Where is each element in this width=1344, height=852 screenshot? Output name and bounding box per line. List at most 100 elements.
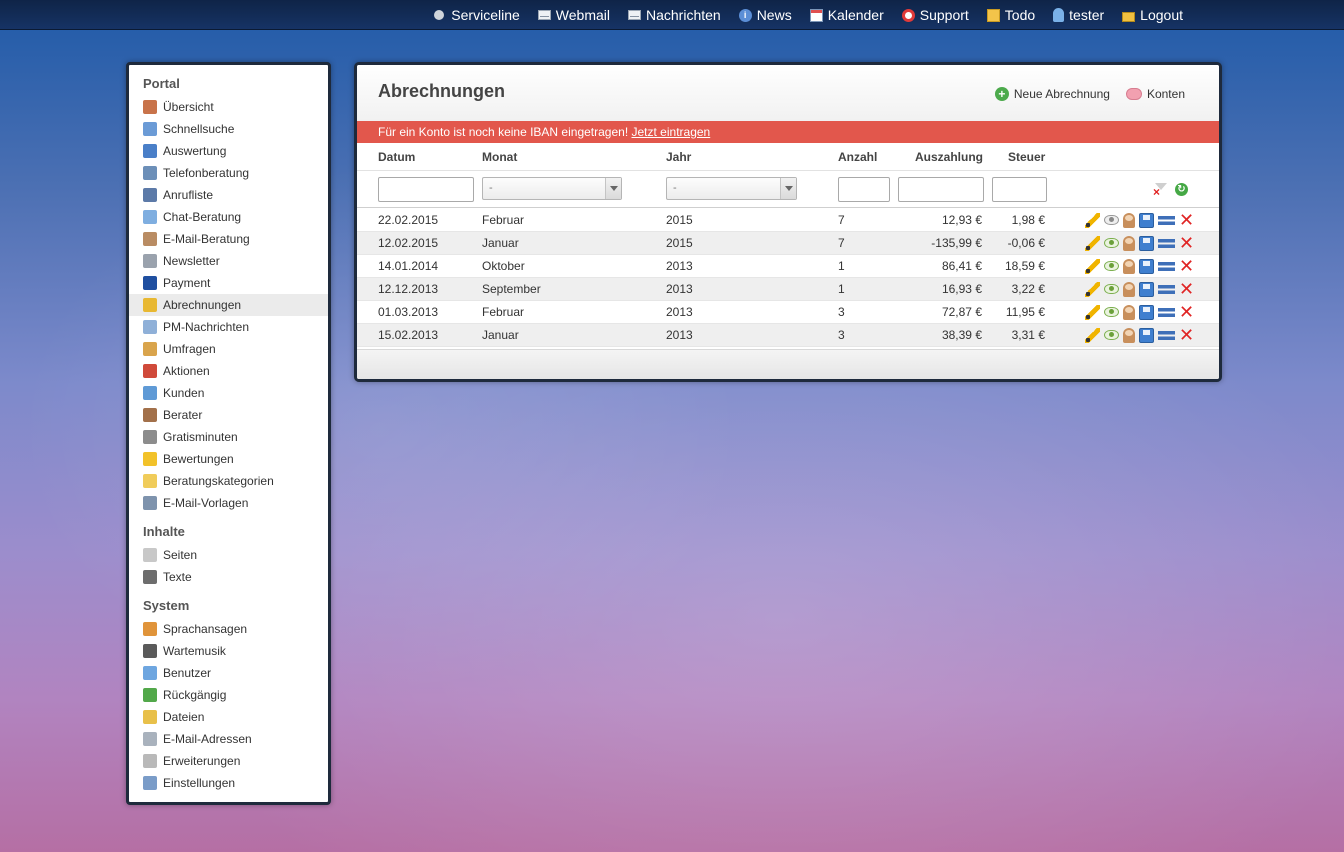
sidebar-item-label: Umfragen xyxy=(163,342,216,356)
sidebar-item[interactable]: Auswertung xyxy=(129,140,328,162)
sidebar-item[interactable]: Chat-Beratung xyxy=(129,206,328,228)
save-icon[interactable] xyxy=(1139,235,1154,251)
sidebar-item[interactable]: Einstellungen xyxy=(129,772,328,794)
topnav-serviceline[interactable]: Serviceline xyxy=(434,7,520,23)
sidebar-item-icon xyxy=(143,496,157,510)
sidebar-item-icon xyxy=(143,386,157,400)
details-icon[interactable] xyxy=(1158,307,1175,317)
edit-icon[interactable] xyxy=(1085,281,1100,297)
sidebar-item[interactable]: Schnellsuche xyxy=(129,118,328,140)
save-icon[interactable] xyxy=(1139,212,1154,228)
edit-icon[interactable] xyxy=(1085,258,1100,274)
delete-icon[interactable]: ✕ xyxy=(1179,303,1194,321)
sidebar-item[interactable]: Aktionen xyxy=(129,360,328,382)
edit-icon[interactable] xyxy=(1085,327,1100,343)
status-dot-icon xyxy=(434,10,445,20)
sidebar-item[interactable]: Dateien xyxy=(129,706,328,728)
edit-icon[interactable] xyxy=(1085,212,1100,228)
save-icon[interactable] xyxy=(1139,327,1154,343)
save-icon[interactable] xyxy=(1139,281,1154,297)
reload-icon[interactable]: ↻ xyxy=(1175,183,1188,196)
new-billing-button[interactable]: + Neue Abrechnung xyxy=(994,87,1110,101)
sidebar-item[interactable]: Telefonberatung xyxy=(129,162,328,184)
alert-link[interactable]: Jetzt eintragen xyxy=(632,125,711,139)
cell-auszahlung: 12,93 € xyxy=(941,213,982,227)
delete-icon[interactable]: ✕ xyxy=(1179,280,1194,298)
filter-datum-input[interactable] xyxy=(378,177,474,202)
sidebar-item[interactable]: Abrechnungen xyxy=(129,294,328,316)
sidebar-item[interactable]: Übersicht xyxy=(129,96,328,118)
sidebar-item[interactable]: Bewertungen xyxy=(129,448,328,470)
topnav-webmail[interactable]: Webmail xyxy=(537,7,610,23)
sidebar-item[interactable]: Sprachansagen xyxy=(129,618,328,640)
column-header-datum[interactable]: Datum xyxy=(378,150,415,164)
column-header-monat[interactable]: Monat xyxy=(482,150,517,164)
details-icon[interactable] xyxy=(1158,284,1175,294)
topnav-user[interactable]: tester xyxy=(1053,7,1104,23)
delete-icon[interactable]: ✕ xyxy=(1179,257,1194,275)
topnav-news[interactable]: i News xyxy=(738,7,792,23)
sidebar-item[interactable]: Erweiterungen xyxy=(129,750,328,772)
sidebar-item-label: Wartemusik xyxy=(163,644,226,658)
sidebar-item[interactable]: Gratisminuten xyxy=(129,426,328,448)
sidebar-item[interactable]: E-Mail-Vorlagen xyxy=(129,492,328,514)
sidebar-item[interactable]: Umfragen xyxy=(129,338,328,360)
consultant-icon[interactable] xyxy=(1123,212,1135,228)
cell-datum: 15.02.2013 xyxy=(378,328,439,342)
save-icon[interactable] xyxy=(1139,304,1154,320)
filter-auszahlung-input[interactable] xyxy=(898,177,984,202)
details-icon[interactable] xyxy=(1158,330,1175,340)
sidebar-item[interactable]: E-Mail-Adressen xyxy=(129,728,328,750)
column-header-jahr[interactable]: Jahr xyxy=(666,150,691,164)
consultant-icon[interactable] xyxy=(1123,304,1135,320)
sidebar-item[interactable]: Newsletter xyxy=(129,250,328,272)
view-icon[interactable] xyxy=(1104,284,1119,294)
sidebar-item[interactable]: Kunden xyxy=(129,382,328,404)
sidebar-item[interactable]: Wartemusik xyxy=(129,640,328,662)
cell-jahr: 2015 xyxy=(666,213,693,227)
details-icon[interactable] xyxy=(1158,238,1175,248)
column-header-auszahlung[interactable]: Auszahlung xyxy=(915,150,983,164)
filter-monat-select[interactable]: - xyxy=(482,177,622,200)
topnav-todo[interactable]: Todo xyxy=(986,7,1035,23)
sidebar-item[interactable]: Texte xyxy=(129,566,328,588)
sidebar-item[interactable]: Payment xyxy=(129,272,328,294)
sidebar-item[interactable]: Rückgängig xyxy=(129,684,328,706)
topnav-nachrichten[interactable]: Nachrichten xyxy=(627,7,721,23)
view-icon[interactable] xyxy=(1104,215,1119,225)
column-header-anzahl[interactable]: Anzahl xyxy=(838,150,877,164)
save-icon[interactable] xyxy=(1139,258,1154,274)
consultant-icon[interactable] xyxy=(1123,327,1135,343)
sidebar-item[interactable]: Berater xyxy=(129,404,328,426)
topnav-kalender[interactable]: Kalender xyxy=(809,7,884,23)
filter-anzahl-input[interactable] xyxy=(838,177,890,202)
consultant-icon[interactable] xyxy=(1123,258,1135,274)
delete-icon[interactable]: ✕ xyxy=(1179,211,1194,229)
delete-icon[interactable]: ✕ xyxy=(1179,234,1194,252)
sidebar-item[interactable]: Beratungskategorien xyxy=(129,470,328,492)
sidebar-item[interactable]: Anrufliste xyxy=(129,184,328,206)
details-icon[interactable] xyxy=(1158,215,1175,225)
edit-icon[interactable] xyxy=(1085,304,1100,320)
view-icon[interactable] xyxy=(1104,307,1119,317)
sidebar-item[interactable]: E-Mail-Beratung xyxy=(129,228,328,250)
filter-steuer-input[interactable] xyxy=(992,177,1047,202)
edit-icon[interactable] xyxy=(1085,235,1100,251)
consultant-icon[interactable] xyxy=(1123,281,1135,297)
view-icon[interactable] xyxy=(1104,261,1119,271)
accounts-button[interactable]: Konten xyxy=(1125,87,1185,101)
cell-steuer: 3,22 € xyxy=(1011,282,1045,296)
sidebar-item[interactable]: PM-Nachrichten xyxy=(129,316,328,338)
delete-icon[interactable]: ✕ xyxy=(1179,326,1194,344)
details-icon[interactable] xyxy=(1158,261,1175,271)
filter-jahr-select[interactable]: - xyxy=(666,177,797,200)
topnav-logout[interactable]: Logout xyxy=(1122,7,1183,23)
topnav-support[interactable]: Support xyxy=(901,7,969,23)
consultant-icon[interactable] xyxy=(1123,235,1135,251)
sidebar-item[interactable]: Benutzer xyxy=(129,662,328,684)
sidebar-item[interactable]: Seiten xyxy=(129,544,328,566)
column-header-steuer[interactable]: Steuer xyxy=(1008,150,1045,164)
view-icon[interactable] xyxy=(1104,330,1119,340)
clear-filter-icon[interactable] xyxy=(1153,183,1168,198)
view-icon[interactable] xyxy=(1104,238,1119,248)
